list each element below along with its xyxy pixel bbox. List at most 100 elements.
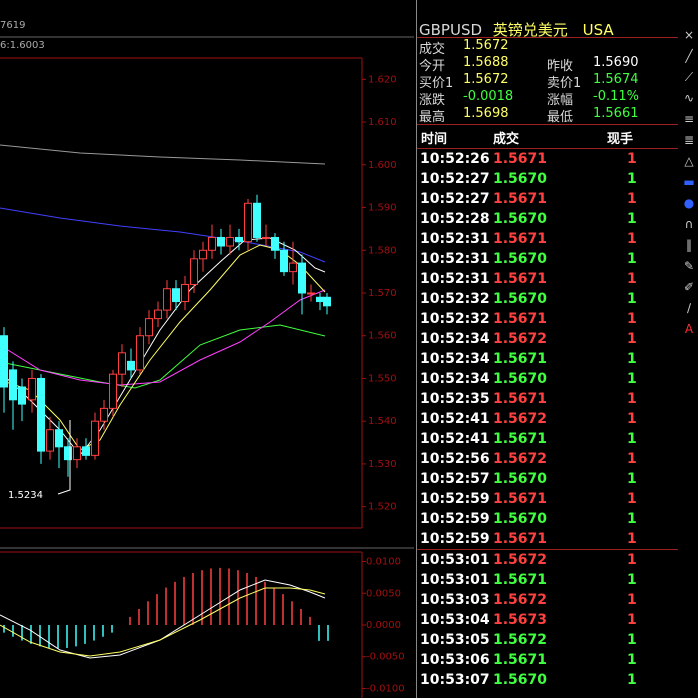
vlines-icon[interactable]: ‖ bbox=[681, 238, 697, 252]
tick-row[interactable]: 10:53:06 1.5671 1 bbox=[420, 651, 675, 671]
tick-time: 10:53:01 bbox=[420, 572, 490, 588]
tick-price: 1.5671 bbox=[493, 151, 548, 167]
tick-time: 10:52:59 bbox=[420, 511, 490, 527]
tick-price: 1.5671 bbox=[493, 231, 548, 247]
tick-volume: 1 bbox=[627, 491, 637, 507]
ellipse-icon[interactable]: ● bbox=[681, 196, 697, 210]
divider bbox=[417, 148, 678, 149]
tick-row[interactable]: 10:52:32 1.5671 1 bbox=[420, 310, 675, 330]
tick-row[interactable]: 10:52:31 1.5671 1 bbox=[420, 270, 675, 290]
hlines2-icon[interactable]: ≣ bbox=[681, 133, 697, 147]
tick-time: 10:53:05 bbox=[420, 632, 490, 648]
candle-body bbox=[154, 309, 162, 320]
tick-row[interactable]: 10:52:31 1.5671 1 bbox=[420, 230, 675, 250]
candle-body bbox=[244, 202, 252, 243]
tick-row[interactable]: 10:52:35 1.5671 1 bbox=[420, 390, 675, 410]
rect-icon[interactable]: ▬ bbox=[681, 175, 697, 189]
hlines-icon[interactable]: ≡ bbox=[681, 112, 697, 126]
quote-value: -0.0018 bbox=[463, 89, 514, 104]
tick-volume: 1 bbox=[627, 291, 637, 307]
brush-icon[interactable]: ✐ bbox=[681, 280, 697, 294]
candle-body bbox=[91, 420, 99, 456]
candle-body bbox=[226, 236, 234, 247]
chart-canvas[interactable]: 1.620 1.610 1.600 1.590 1.580 1.570 1.560 1.550… bbox=[0, 0, 414, 698]
candle-body bbox=[9, 369, 17, 401]
tick-price: 1.5671 bbox=[493, 491, 548, 507]
text-tool-icon[interactable]: A bbox=[681, 322, 697, 336]
ray-icon[interactable]: ⟋ bbox=[681, 70, 697, 84]
line-icon[interactable]: ╱ bbox=[681, 49, 697, 63]
macd-axis-label: -0.0050 bbox=[366, 652, 405, 663]
tick-row[interactable]: 10:52:59 1.5670 1 bbox=[420, 510, 675, 530]
tick-volume: 1 bbox=[627, 652, 637, 668]
divider bbox=[417, 549, 678, 550]
tick-time: 10:52:28 bbox=[420, 211, 490, 227]
tick-row[interactable]: 10:52:26 1.5671 1 bbox=[420, 150, 675, 170]
tick-row[interactable]: 10:52:41 1.5672 1 bbox=[420, 410, 675, 430]
quote-value: 1.5672 bbox=[463, 72, 509, 87]
tick-volume: 1 bbox=[627, 431, 637, 447]
curve-icon[interactable]: ∿ bbox=[681, 91, 697, 105]
tick-row[interactable]: 10:52:59 1.5671 1 bbox=[420, 490, 675, 510]
tick-row[interactable]: 10:52:32 1.5670 1 bbox=[420, 290, 675, 310]
arc-icon[interactable]: ∩ bbox=[681, 217, 697, 231]
tick-row[interactable]: 10:52:34 1.5671 1 bbox=[420, 350, 675, 370]
quote-panel: GBPUSD 英镑兑美元 USA 成交 1.5672 今开 1.5688 昨收 1.569… bbox=[416, 0, 678, 698]
tick-row[interactable]: 10:53:03 1.5672 1 bbox=[420, 591, 675, 611]
tick-header: 时间 bbox=[421, 128, 447, 147]
kline-chart[interactable]: 1.620 1.610 1.600 1.590 1.580 1.570 1.560 1.550… bbox=[0, 0, 414, 698]
triangle-icon[interactable]: △ bbox=[681, 154, 697, 168]
tick-row[interactable]: 10:52:59 1.5671 1 bbox=[420, 530, 675, 550]
tick-row[interactable]: 10:52:34 1.5672 1 bbox=[420, 330, 675, 350]
tick-row[interactable]: 10:53:01 1.5672 1 bbox=[420, 551, 675, 571]
tick-row[interactable]: 10:52:27 1.5670 1 bbox=[420, 170, 675, 190]
tick-header-vol: 现手 bbox=[607, 132, 634, 147]
tick-row[interactable]: 10:52:31 1.5670 1 bbox=[420, 250, 675, 270]
low-marker-label: 1.5234 bbox=[8, 490, 43, 501]
tick-time: 10:52:34 bbox=[420, 351, 490, 367]
candle-body bbox=[289, 262, 297, 273]
tick-price: 1.5671 bbox=[493, 391, 548, 407]
candle-body bbox=[235, 236, 243, 243]
candle-body bbox=[46, 429, 54, 452]
tick-time: 10:52:59 bbox=[420, 491, 490, 507]
tick-price: 1.5671 bbox=[493, 652, 548, 668]
tick-row[interactable]: 10:53:07 1.5670 1 bbox=[420, 671, 675, 691]
tick-volume: 1 bbox=[627, 672, 637, 688]
tick-time: 10:52:31 bbox=[420, 231, 490, 247]
tick-row[interactable]: 10:52:28 1.5670 1 bbox=[420, 210, 675, 230]
quote-value: 1.5690 bbox=[593, 55, 639, 70]
tick-volume: 1 bbox=[627, 271, 637, 287]
candle-body bbox=[37, 377, 45, 452]
tick-volume: 1 bbox=[627, 351, 637, 367]
candle-body bbox=[109, 373, 117, 409]
tick-row[interactable]: 10:53:04 1.5673 1 bbox=[420, 611, 675, 631]
chart-header-code: 7619 bbox=[0, 20, 26, 31]
quote-label: 最低 bbox=[547, 110, 574, 125]
tick-row[interactable]: 10:52:56 1.5672 1 bbox=[420, 450, 675, 470]
ruler-icon[interactable]: ∕ bbox=[681, 301, 697, 315]
ma-readout: 6:1.6003 bbox=[0, 40, 45, 51]
tick-row[interactable]: 10:52:57 1.5670 1 bbox=[420, 470, 675, 490]
tick-time: 10:52:56 bbox=[420, 451, 490, 467]
candle-body bbox=[82, 446, 90, 456]
x-icon[interactable]: × bbox=[681, 28, 697, 42]
tick-price: 1.5671 bbox=[493, 431, 548, 447]
tick-row[interactable]: 10:52:27 1.5671 1 bbox=[420, 190, 675, 210]
tick-time: 10:52:41 bbox=[420, 411, 490, 427]
tick-volume: 1 bbox=[627, 391, 637, 407]
tick-row[interactable]: 10:52:34 1.5670 1 bbox=[420, 370, 675, 390]
tick-volume: 1 bbox=[627, 411, 637, 427]
tick-time: 10:53:01 bbox=[420, 552, 490, 568]
tick-row[interactable]: 10:52:41 1.5671 1 bbox=[420, 430, 675, 450]
pen-icon[interactable]: ✎ bbox=[681, 259, 697, 273]
tick-time: 10:53:04 bbox=[420, 612, 490, 628]
candle-body bbox=[217, 236, 225, 247]
tick-time: 10:52:27 bbox=[420, 191, 490, 207]
tick-time: 10:52:57 bbox=[420, 471, 490, 487]
tick-volume: 1 bbox=[627, 371, 637, 387]
tick-row[interactable]: 10:53:05 1.5672 1 bbox=[420, 631, 675, 651]
candle-body bbox=[323, 296, 331, 307]
tick-time: 10:52:26 bbox=[420, 151, 490, 167]
tick-row[interactable]: 10:53:01 1.5671 1 bbox=[420, 571, 675, 591]
